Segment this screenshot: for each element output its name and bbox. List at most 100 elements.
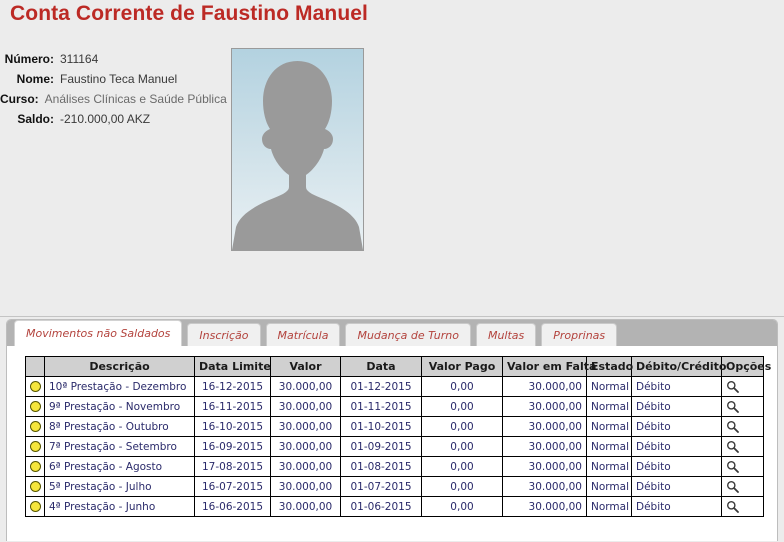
table-row[interactable]: 4ª Prestação - Junho 16-06-2015 30.000,00 0…	[25, 496, 764, 517]
cell-debito-credito: Débito	[631, 376, 722, 397]
cell-valor-em-falta: 30.000,00	[502, 416, 587, 437]
cell-valor: 30.000,00	[270, 496, 341, 517]
cell-opcoes[interactable]	[721, 396, 764, 417]
info-value-numero: 311164	[60, 52, 99, 66]
cell-valor-em-falta: 30.000,00	[502, 476, 587, 497]
cell-data: 01-08-2015	[340, 456, 422, 477]
table-row[interactable]: 9ª Prestação - Novembro 16-11-2015 30.000,…	[25, 396, 764, 417]
table-row[interactable]: 10ª Prestação - Dezembro 16-12-2015 30.000…	[25, 376, 764, 397]
yellow-circle-icon	[30, 421, 41, 432]
cell-valor-em-falta: 30.000,00	[502, 376, 587, 397]
tab-matricula[interactable]: Matrícula	[265, 323, 341, 346]
column-header-estado: Estado	[586, 356, 633, 377]
tab-body: Descrição Data Limite Valor Data Valor P…	[7, 346, 777, 541]
tab-label: Mudança de Turno	[357, 328, 459, 342]
tab-inscricao[interactable]: Inscrição	[187, 323, 261, 346]
cell-descricao: 9ª Prestação - Novembro	[44, 396, 195, 417]
cell-estado: Normal	[586, 496, 632, 517]
yellow-circle-icon	[30, 441, 41, 452]
cell-valor-pago: 0,00	[421, 436, 503, 457]
magnifier-icon[interactable]	[726, 440, 739, 453]
cell-data: 01-07-2015	[340, 476, 422, 497]
cell-valor-pago: 0,00	[421, 396, 503, 417]
cell-opcoes[interactable]	[721, 416, 764, 437]
cell-status	[25, 476, 45, 497]
cell-descricao: 5ª Prestação - Julho	[44, 476, 195, 497]
tab-movimentos-nao-saldados[interactable]: Movimentos não Saldados	[14, 320, 183, 346]
cell-opcoes[interactable]	[721, 496, 764, 517]
magnifier-icon[interactable]	[726, 380, 739, 393]
cell-estado: Normal	[586, 416, 632, 437]
cell-estado: Normal	[586, 376, 632, 397]
tab-multas[interactable]: Multas	[475, 323, 537, 346]
cell-opcoes[interactable]	[721, 376, 764, 397]
info-label-numero: Número:	[4, 52, 54, 66]
cell-valor: 30.000,00	[270, 436, 341, 457]
page-title: Conta Corrente de Faustino Manuel	[10, 2, 368, 25]
info-row-curso: Curso: Análises Clínicas e Saúde Pública	[0, 89, 227, 109]
cell-valor: 30.000,00	[270, 396, 341, 417]
cell-valor-pago: 0,00	[421, 376, 503, 397]
section-divider	[0, 316, 784, 317]
cell-debito-credito: Débito	[631, 476, 722, 497]
cell-opcoes[interactable]	[721, 436, 764, 457]
cell-opcoes[interactable]	[721, 476, 764, 497]
cell-valor-em-falta: 30.000,00	[502, 496, 587, 517]
cell-status	[25, 436, 45, 457]
table-header-row: Descrição Data Limite Valor Data Valor P…	[25, 356, 771, 377]
column-header-opcoes: Opções	[721, 356, 771, 377]
column-header-valor-em-falta: Valor em Falta	[502, 356, 596, 377]
column-header-descricao: Descrição	[44, 356, 195, 377]
table-row[interactable]: 6ª Prestação - Agosto 17-08-2015 30.000,00…	[25, 456, 764, 477]
cell-valor: 30.000,00	[270, 476, 341, 497]
table-head: Descrição Data Limite Valor Data Valor P…	[25, 356, 771, 377]
yellow-circle-icon	[30, 481, 41, 492]
tab-label: Inscrição	[199, 328, 249, 342]
student-info-block: Número: 311164 Nome: Faustino Teca Manue…	[0, 49, 227, 129]
info-value-curso: Análises Clínicas e Saúde Pública	[44, 92, 227, 106]
cell-opcoes[interactable]	[721, 456, 764, 477]
cell-data-limite: 16-07-2015	[194, 476, 271, 497]
cell-debito-credito: Débito	[631, 496, 722, 517]
table-row[interactable]: 7ª Prestação - Setembro 16-09-2015 30.000,…	[25, 436, 764, 457]
cell-descricao: 4ª Prestação - Junho	[44, 496, 195, 517]
cell-valor-em-falta: 30.000,00	[502, 396, 587, 417]
cell-data-limite: 16-12-2015	[194, 376, 271, 397]
magnifier-icon[interactable]	[726, 480, 739, 493]
cell-valor: 30.000,00	[270, 456, 341, 477]
magnifier-icon[interactable]	[726, 400, 739, 413]
cell-valor-pago: 0,00	[421, 416, 503, 437]
column-header-valor-pago: Valor Pago	[421, 356, 503, 377]
table-row[interactable]: 8ª Prestação - Outubro 16-10-2015 30.000,0…	[25, 416, 764, 437]
magnifier-icon[interactable]	[726, 420, 739, 433]
yellow-circle-icon	[30, 501, 41, 512]
cell-status	[25, 416, 45, 437]
info-label-curso: Curso:	[0, 92, 39, 106]
cell-data-limite: 16-09-2015	[194, 436, 271, 457]
info-label-saldo: Saldo:	[17, 112, 54, 126]
cell-status	[25, 376, 45, 397]
tab-mudanca-de-turno[interactable]: Mudança de Turno	[345, 323, 471, 346]
yellow-circle-icon	[30, 381, 41, 392]
column-header-debito-credito: Débito/Crédito	[631, 356, 727, 377]
magnifier-icon[interactable]	[726, 500, 739, 513]
info-row-numero: Número: 311164	[0, 49, 225, 69]
cell-estado: Normal	[586, 436, 632, 457]
cell-data-limite: 16-06-2015	[194, 496, 271, 517]
tab-proprinas[interactable]: Proprinas	[541, 323, 618, 346]
tab-label: Movimentos não Saldados	[26, 327, 171, 340]
tab-label: Multas	[487, 328, 525, 342]
info-label-nome: Nome:	[16, 72, 54, 86]
info-value-saldo: -210.000,00 AKZ	[60, 112, 151, 126]
table-row[interactable]: 5ª Prestação - Julho 16-07-2015 30.000,00 0…	[25, 476, 764, 497]
cell-status	[25, 496, 45, 517]
cell-data: 01-12-2015	[340, 376, 422, 397]
magnifier-icon[interactable]	[726, 460, 739, 473]
column-header-data-limite: Data Limite	[194, 356, 271, 377]
cell-debito-credito: Débito	[631, 416, 722, 437]
tab-label: Matrícula	[277, 328, 329, 342]
cell-data-limite: 17-08-2015	[194, 456, 271, 477]
cell-estado: Normal	[586, 456, 632, 477]
tab-label: Proprinas	[553, 328, 606, 342]
tab-strip: Movimentos não Saldados Inscrição Matríc…	[7, 320, 777, 346]
